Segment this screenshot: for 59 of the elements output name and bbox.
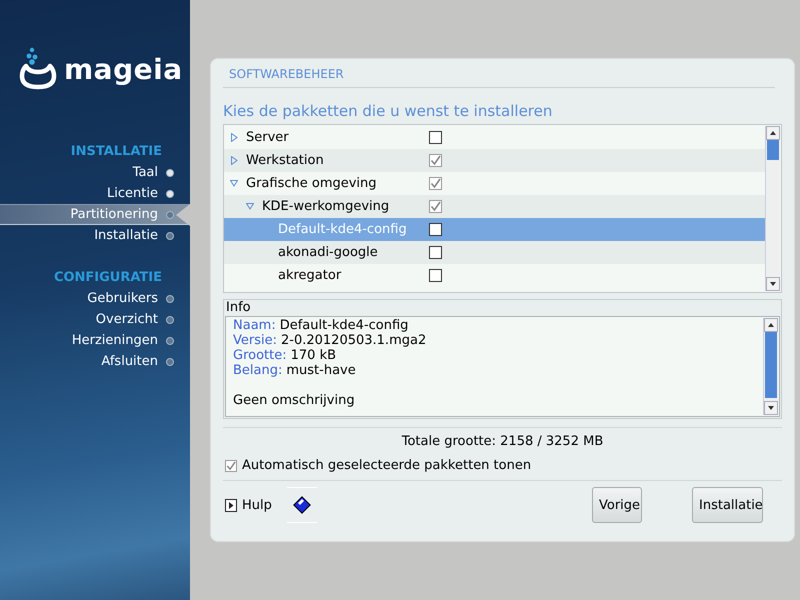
logo-text: mageia — [64, 52, 183, 88]
field-value: Default-kde4-config — [280, 318, 408, 333]
package-name: Grafische omgeving — [246, 176, 377, 191]
field-label: Naam: — [233, 318, 276, 333]
checkbox[interactable] — [225, 460, 237, 472]
scrollbar[interactable] — [763, 318, 778, 415]
step-item: Licentie — [0, 183, 190, 204]
section-heading: CONFIGURATIE — [52, 269, 163, 287]
instruction-text: Kies de pakketten die u wenst te installeren — [223, 102, 554, 120]
checkbox[interactable] — [429, 246, 442, 259]
cauldron-icon — [18, 46, 58, 90]
step-item: Gebruikers — [0, 288, 190, 309]
step-item: Installatie — [0, 225, 190, 246]
field-label: Belang: — [233, 363, 282, 378]
tree-row[interactable]: KDE-werkomgeving — [224, 195, 765, 218]
group-title: Info — [225, 300, 252, 316]
scroll-thumb[interactable] — [767, 140, 779, 160]
field-value: must-have — [286, 363, 356, 378]
package-name: Default-kde4-config — [278, 222, 407, 237]
checkbox-label: Automatisch geselecteerde pakketten tonen — [242, 458, 532, 473]
expander-icon[interactable] — [230, 133, 238, 142]
package-name: Werkstation — [246, 153, 324, 168]
play-icon — [225, 498, 237, 512]
field-label: Grootte: — [233, 348, 287, 363]
package-name: Server — [246, 130, 289, 145]
scrollbar[interactable] — [765, 126, 780, 291]
checkbox[interactable] — [429, 269, 442, 282]
checkbox[interactable] — [429, 177, 442, 190]
nav-button[interactable]: Installatie — [692, 487, 763, 523]
checkbox[interactable] — [429, 223, 442, 236]
tree-row[interactable]: Werkstation — [224, 149, 765, 172]
scroll-thumb[interactable] — [765, 332, 777, 398]
scroll-up-icon[interactable] — [766, 126, 780, 140]
expander-icon[interactable] — [230, 156, 238, 165]
section-heading: INSTALLATIE — [70, 143, 163, 161]
scroll-down-icon[interactable] — [764, 401, 778, 415]
nav-button[interactable]: Vorige — [592, 487, 642, 523]
package-name: akregator — [278, 268, 342, 283]
package-name: KDE-werkomgeving — [262, 199, 390, 214]
scroll-down-icon[interactable] — [766, 277, 780, 291]
checkbox[interactable] — [429, 200, 442, 213]
step-item: Afsluiten — [0, 351, 190, 372]
step-item: Overzicht — [0, 309, 190, 330]
expander-icon[interactable] — [230, 179, 238, 188]
scroll-up-icon[interactable] — [764, 318, 778, 332]
help-button[interactable]: Hulp — [223, 498, 272, 512]
package-name: akonadi-google — [278, 245, 378, 260]
step-item: Taal — [0, 162, 190, 183]
field-value: 2-0.20120503.1.mga2 — [281, 333, 426, 348]
panel-title: SOFTWAREBEHEER — [223, 67, 775, 88]
checkbox[interactable] — [429, 154, 442, 167]
expander-icon[interactable] — [246, 202, 254, 211]
description-text: Geen omschrijving — [233, 393, 356, 408]
field-value: 170 kB — [290, 348, 336, 363]
tree-row[interactable]: akonadi-google — [224, 241, 765, 264]
total-size-text: Totale grootte: 2158 / 3252 MB — [223, 427, 782, 449]
checkbox[interactable] — [429, 131, 442, 144]
field-label: Versie: — [233, 333, 277, 348]
step-item: Herzieningen — [0, 330, 190, 351]
